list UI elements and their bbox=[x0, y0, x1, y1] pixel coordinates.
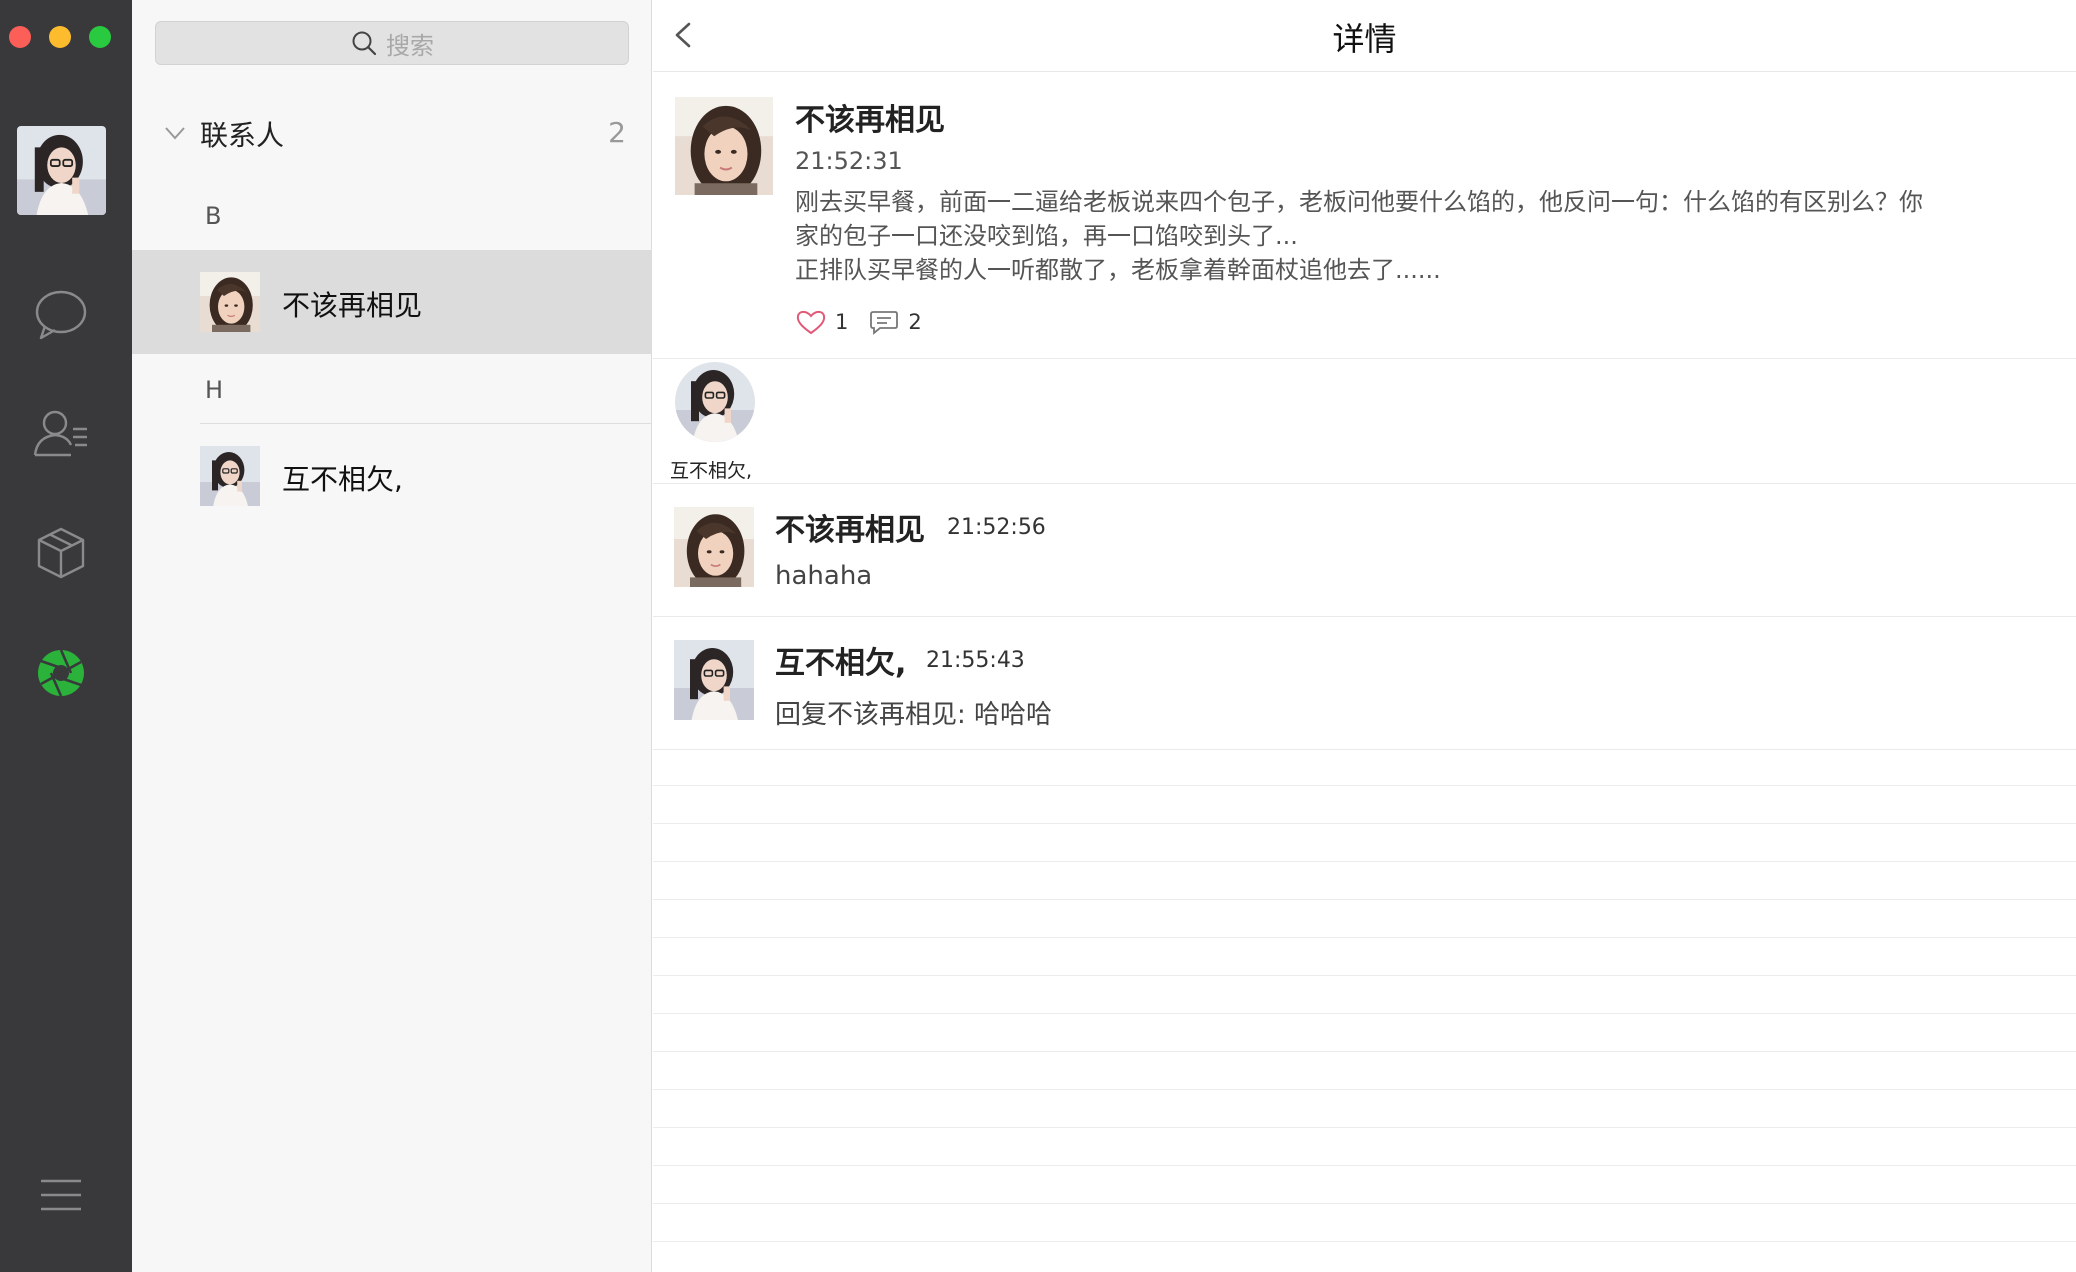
comment-author-name[interactable]: 互不相欠, bbox=[775, 638, 906, 682]
moments-aperture-icon bbox=[38, 649, 84, 697]
rail-menu-button[interactable] bbox=[26, 1160, 96, 1230]
comment-author-avatar-image bbox=[674, 507, 754, 587]
page-title: 详情 bbox=[1332, 20, 1397, 58]
contact-name: 不该再相见 bbox=[282, 289, 423, 322]
detail-panel: 详情 不该再相见 21:52:31 刚去买早餐，前面一二逼给老板说来四个包子，老… bbox=[653, 0, 2076, 1272]
liker-name: 互不相欠, bbox=[670, 460, 753, 482]
empty-row-divider bbox=[653, 899, 2076, 900]
empty-row-divider bbox=[653, 823, 2076, 824]
rail-moments-button[interactable] bbox=[26, 638, 96, 708]
contacts-icon bbox=[33, 410, 87, 457]
empty-row-divider bbox=[653, 1051, 2076, 1052]
comment-author-name[interactable]: 不该再相见 bbox=[775, 505, 925, 549]
window-minimize-button[interactable] bbox=[49, 26, 71, 48]
heart-icon[interactable] bbox=[795, 308, 827, 336]
post-author-name[interactable]: 不该再相见 bbox=[795, 95, 945, 139]
contacts-group-title: 联系人 bbox=[200, 119, 285, 152]
contact-item[interactable]: 互不相欠, bbox=[132, 424, 652, 528]
contact-name: 互不相欠, bbox=[282, 463, 403, 496]
post-author-avatar[interactable] bbox=[675, 97, 773, 195]
chat-icon bbox=[35, 290, 87, 340]
rail-box-button[interactable] bbox=[26, 518, 96, 588]
rail-contacts-button[interactable] bbox=[26, 398, 96, 468]
contacts-group-header[interactable]: 联系人 2 bbox=[132, 104, 652, 160]
section-letter-b: B bbox=[205, 202, 222, 230]
comment-timestamp: 21:52:56 bbox=[947, 515, 1046, 540]
liker-avatar[interactable] bbox=[675, 362, 755, 442]
post-stats: 1 2 bbox=[795, 305, 942, 339]
comment-author-avatar[interactable] bbox=[674, 507, 754, 587]
moment-post: 不该再相见 21:52:31 刚去买早餐，前面一二逼给老板说来四个包子，老板问他… bbox=[653, 73, 2076, 359]
contact-avatar-image bbox=[200, 272, 260, 332]
contacts-group-count: 2 bbox=[608, 116, 626, 149]
comment-timestamp: 21:55:43 bbox=[926, 648, 1025, 673]
empty-row-divider bbox=[653, 1089, 2076, 1090]
contact-list-panel: 搜索 联系人 2 B 不该再相见 H 互不相欠, bbox=[132, 0, 652, 1272]
empty-row-divider bbox=[653, 1013, 2076, 1014]
contact-avatar bbox=[200, 446, 260, 506]
contact-avatar-image bbox=[200, 446, 260, 506]
menu-icon bbox=[41, 1179, 81, 1211]
comment-item[interactable]: 互不相欠, 21:55:43 回复不该再相见: 哈哈哈 bbox=[653, 618, 2076, 750]
liker-avatar-image bbox=[675, 362, 755, 442]
like-count: 1 bbox=[835, 310, 849, 334]
back-arrow-icon[interactable] bbox=[667, 18, 701, 52]
comment-icon[interactable] bbox=[868, 308, 900, 336]
search-icon bbox=[352, 31, 377, 56]
comment-text: hahaha bbox=[775, 561, 873, 591]
empty-row-divider bbox=[653, 1127, 2076, 1128]
box-icon bbox=[37, 527, 85, 579]
comment-author-avatar-image bbox=[674, 640, 754, 720]
liked-by-section: 互不相欠, bbox=[653, 360, 2076, 484]
empty-row-divider bbox=[653, 975, 2076, 976]
comment-count: 2 bbox=[908, 310, 922, 334]
search-input[interactable]: 搜索 bbox=[155, 21, 629, 65]
empty-row-divider bbox=[653, 1165, 2076, 1166]
detail-header: 详情 bbox=[653, 0, 2076, 72]
chevron-down-icon bbox=[165, 127, 185, 140]
window-maximize-button[interactable] bbox=[89, 26, 111, 48]
comment-item[interactable]: 不该再相见 21:52:56 hahaha bbox=[653, 485, 2076, 617]
section-letter-h: H bbox=[205, 376, 224, 404]
post-body-text: 刚去买早餐，前面一二逼给老板说来四个包子，老板问他要什么馅的，他反问一句：什么馅… bbox=[795, 188, 1923, 284]
my-avatar-image bbox=[17, 126, 106, 215]
post-author-avatar-image bbox=[675, 97, 773, 195]
empty-row-divider bbox=[653, 1203, 2076, 1204]
my-avatar[interactable] bbox=[17, 126, 106, 215]
empty-row-divider bbox=[653, 937, 2076, 938]
contact-item[interactable]: 不该再相见 bbox=[132, 250, 652, 354]
empty-row-divider bbox=[653, 1241, 2076, 1242]
sidebar-rail bbox=[0, 0, 132, 1272]
window-close-button[interactable] bbox=[9, 26, 31, 48]
contact-avatar bbox=[200, 272, 260, 332]
comment-text: 回复不该再相见: 哈哈哈 bbox=[775, 700, 1053, 730]
rail-chat-button[interactable] bbox=[26, 279, 96, 349]
comment-author-avatar[interactable] bbox=[674, 640, 754, 720]
empty-row-divider bbox=[653, 861, 2076, 862]
post-timestamp: 21:52:31 bbox=[795, 147, 903, 175]
search-placeholder: 搜索 bbox=[386, 31, 434, 60]
empty-row-divider bbox=[653, 785, 2076, 786]
